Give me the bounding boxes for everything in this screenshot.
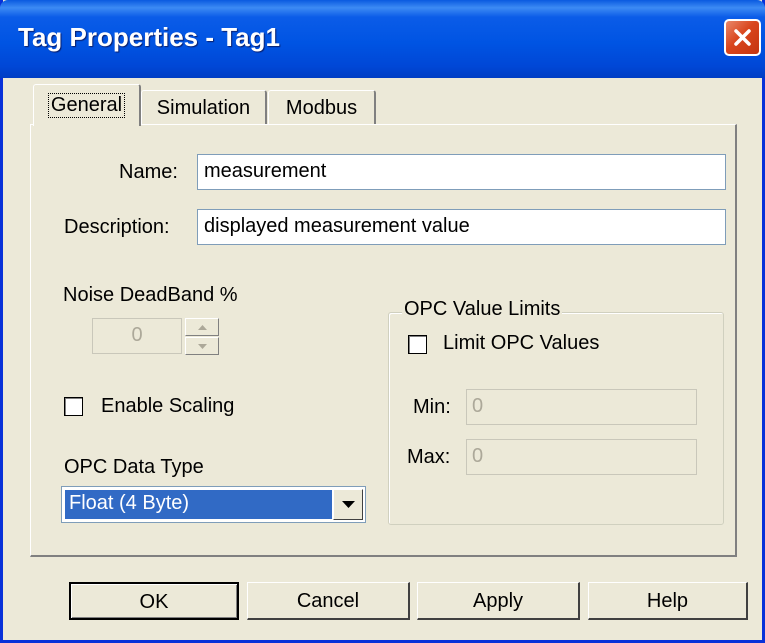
close-icon	[734, 29, 751, 46]
up-arrow-icon	[198, 325, 207, 330]
max-input[interactable]: 0	[466, 439, 697, 475]
dropdown-button[interactable]	[333, 489, 363, 520]
name-label: Name:	[119, 161, 178, 183]
tab-modbus[interactable]: Modbus	[268, 90, 376, 125]
tab-simulation[interactable]: Simulation	[141, 90, 267, 125]
cancel-button[interactable]: Cancel	[247, 582, 410, 620]
opc-data-type-select[interactable]: Float (4 Byte)	[61, 486, 366, 523]
limit-opc-values-checkbox[interactable]	[408, 335, 427, 354]
min-input[interactable]: 0	[466, 389, 697, 425]
min-label: Min:	[413, 396, 451, 418]
opc-data-type-value: Float (4 Byte)	[65, 490, 332, 519]
opc-value-limits-title: OPC Value Limits	[402, 298, 563, 321]
noise-deadband-input[interactable]: 0	[92, 318, 182, 354]
description-label: Description:	[64, 216, 170, 238]
name-input[interactable]: measurement	[197, 154, 726, 190]
tab-general-label: General	[47, 93, 126, 118]
down-arrow-icon	[198, 344, 207, 349]
spin-down-button[interactable]	[185, 337, 219, 355]
window-title: Tag Properties - Tag1	[18, 22, 280, 52]
close-button[interactable]	[724, 19, 761, 56]
tab-general[interactable]: General	[33, 84, 141, 126]
enable-scaling-checkbox[interactable]	[64, 397, 83, 416]
help-button[interactable]: Help	[588, 582, 748, 620]
noise-deadband-spinner[interactable]	[185, 318, 219, 355]
enable-scaling-label[interactable]: Enable Scaling	[101, 395, 234, 418]
apply-button[interactable]: Apply	[417, 582, 580, 620]
tab-modbus-label: Modbus	[285, 97, 358, 119]
title-bar[interactable]: Tag Properties - Tag1	[0, 0, 765, 78]
spin-up-button[interactable]	[185, 318, 219, 336]
limit-opc-values-label[interactable]: Limit OPC Values	[443, 332, 599, 355]
ok-button[interactable]: OK	[69, 582, 239, 620]
chevron-down-icon	[342, 501, 355, 508]
max-label: Max:	[407, 446, 451, 468]
noise-deadband-label: Noise DeadBand %	[63, 284, 238, 306]
tab-simulation-label: Simulation	[156, 97, 251, 119]
description-input[interactable]: displayed measurement value	[197, 209, 726, 245]
opc-data-type-label: OPC Data Type	[64, 456, 204, 478]
